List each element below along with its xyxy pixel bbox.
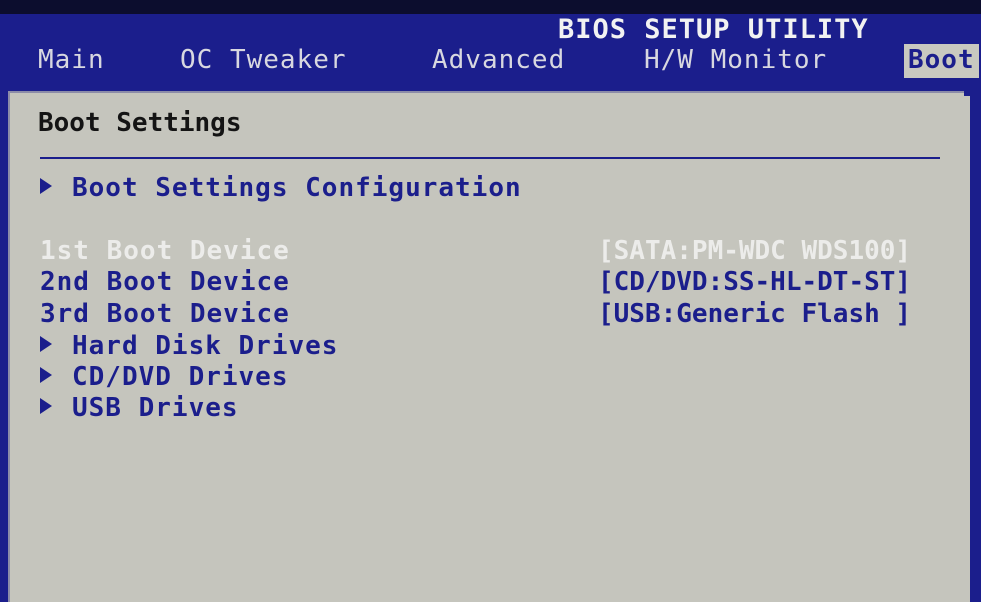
main-panel: Boot Settings Boot Settings Configuratio… <box>8 88 964 602</box>
menu-item-hard-disk-drives[interactable]: Hard Disk Drives <box>40 331 338 361</box>
section-title: Boot Settings <box>38 108 242 138</box>
menu-item-cd-dvd-drives[interactable]: CD/DVD Drives <box>40 362 289 392</box>
tab-bar: Main OC Tweaker Advanced H/W Monitor Boo… <box>0 44 981 78</box>
scrollbar-track[interactable] <box>964 96 970 602</box>
tab-hw-monitor[interactable]: H/W Monitor <box>644 44 827 76</box>
menu-item-1st-boot-device[interactable]: 1st Boot Device <box>40 236 290 266</box>
menu-item-boot-settings-configuration[interactable]: Boot Settings Configuration <box>40 173 522 203</box>
menu-item-label: Hard Disk Drives <box>72 331 339 361</box>
menu-item-usb-drives[interactable]: USB Drives <box>40 393 239 423</box>
triangle-right-icon <box>40 398 52 414</box>
boot-device-2-value[interactable]: [CD/DVD:SS-HL-DT-ST] <box>598 267 911 297</box>
app-title: BIOS SETUP UTILITY <box>558 14 869 45</box>
menu-item-2nd-boot-device[interactable]: 2nd Boot Device <box>40 267 290 297</box>
triangle-right-icon <box>40 178 52 194</box>
tab-advanced[interactable]: Advanced <box>432 44 565 76</box>
monitor-bezel <box>0 0 981 14</box>
menu-item-label: USB Drives <box>72 393 239 423</box>
tab-boot[interactable]: Boot <box>904 44 979 78</box>
section-divider <box>40 157 940 159</box>
tab-oc-tweaker[interactable]: OC Tweaker <box>180 44 347 76</box>
menu-item-3rd-boot-device[interactable]: 3rd Boot Device <box>40 299 290 329</box>
boot-device-3-value[interactable]: [USB:Generic Flash ] <box>598 299 911 329</box>
triangle-right-icon <box>40 336 52 352</box>
menu-item-label: CD/DVD Drives <box>72 362 289 392</box>
bios-screen: BIOS SETUP UTILITY Main OC Tweaker Advan… <box>0 0 981 602</box>
boot-device-1-value[interactable]: [SATA:PM-WDC WDS100] <box>598 236 911 266</box>
menu-item-label: Boot Settings Configuration <box>72 173 522 203</box>
triangle-right-icon <box>40 367 52 383</box>
tab-main[interactable]: Main <box>38 44 105 76</box>
